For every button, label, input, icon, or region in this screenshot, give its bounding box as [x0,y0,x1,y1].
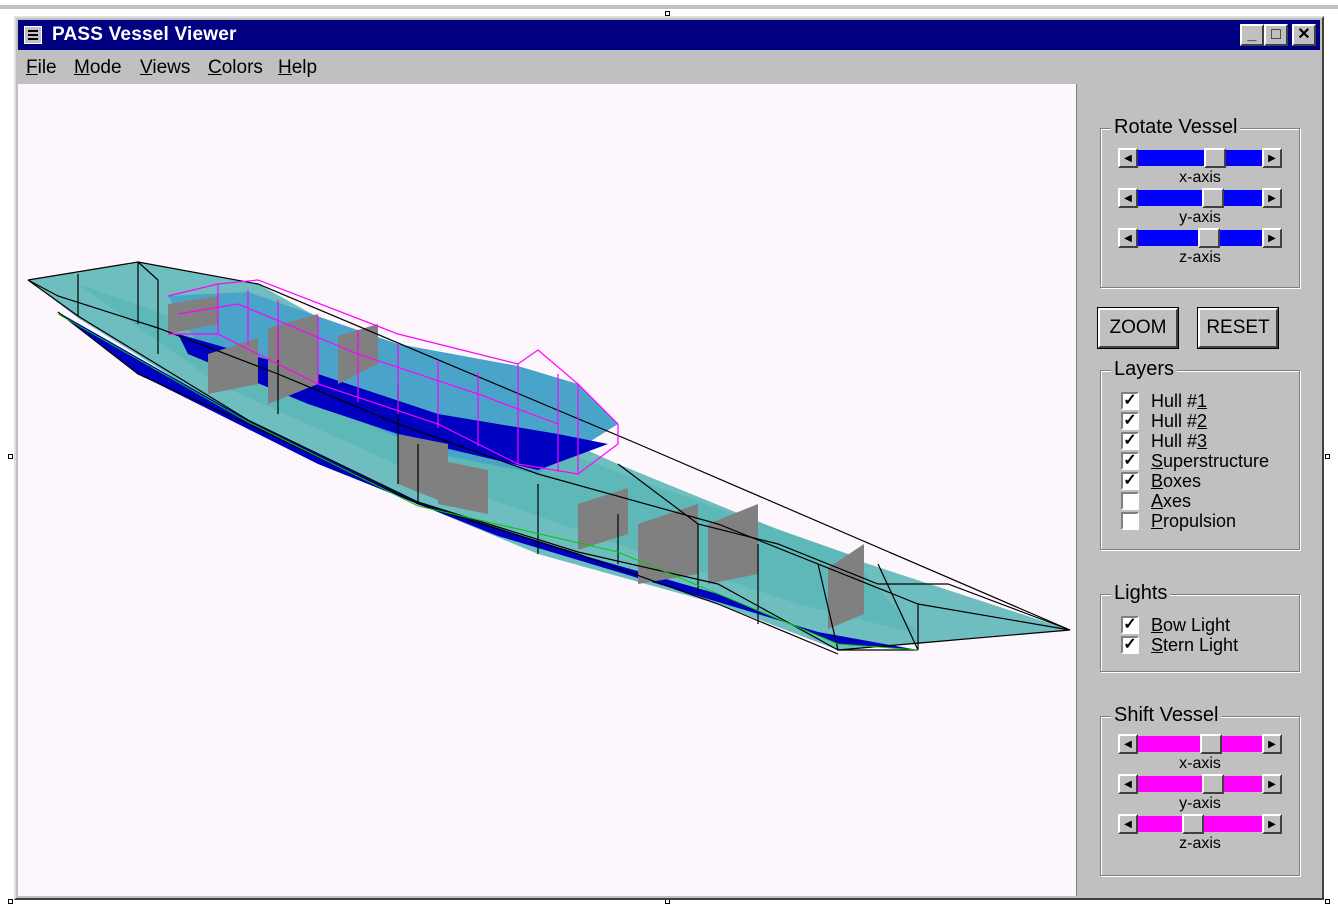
reset-button[interactable]: RESET [1198,308,1278,348]
left-arrow-icon[interactable]: ◀ [1118,814,1138,834]
rotate-x-label: x-axis [1179,169,1221,186]
checkbox[interactable] [1121,492,1139,510]
slider-track[interactable] [1138,776,1262,792]
menu-views[interactable]: Views [140,57,190,79]
checkbox[interactable]: ✓ [1121,412,1139,430]
slider-thumb[interactable] [1202,188,1224,208]
rotate-z-label: z-axis [1179,249,1221,266]
rotate-vessel-title: Rotate Vessel [1111,115,1241,139]
resize-handle-bottom-left[interactable] [8,899,13,904]
right-arrow-icon[interactable]: ▶ [1262,774,1282,794]
shift-x-slider[interactable]: ◀ ▶ [1118,734,1282,754]
menu-help[interactable]: Help [278,57,317,79]
left-arrow-icon[interactable]: ◀ [1118,774,1138,794]
right-arrow-icon[interactable]: ▶ [1262,228,1282,248]
left-arrow-icon[interactable]: ◀ [1118,734,1138,754]
layer-hull-1[interactable]: ✓ Hull #1 [1121,391,1207,411]
checkbox[interactable]: ✓ [1121,636,1139,654]
layer-propulsion[interactable]: Propulsion [1121,511,1236,531]
resize-handle-left[interactable] [8,454,13,459]
layer-superstructure[interactable]: ✓ Superstructure [1121,451,1269,471]
slider-thumb[interactable] [1198,228,1220,248]
checkbox[interactable]: ✓ [1121,432,1139,450]
layers-title: Layers [1111,357,1178,381]
slider-thumb[interactable] [1204,148,1226,168]
layer-boxes[interactable]: ✓ Boxes [1121,471,1201,491]
checkbox[interactable]: ✓ [1121,452,1139,470]
resize-handle-bottom-right[interactable] [1325,899,1330,904]
checkbox[interactable]: ✓ [1121,616,1139,634]
title-bar[interactable]: PASS Vessel Viewer _ □ ✕ [18,20,1320,50]
frame-top [0,5,1338,9]
right-arrow-icon[interactable]: ▶ [1262,814,1282,834]
shift-y-slider[interactable]: ◀ ▶ [1118,774,1282,794]
rotate-z-slider[interactable]: ◀ ▶ [1118,228,1282,248]
checkbox[interactable] [1121,512,1139,530]
resize-handle-right[interactable] [1325,454,1330,459]
minimize-button[interactable]: _ [1240,24,1264,46]
rotate-x-slider[interactable]: ◀ ▶ [1118,148,1282,168]
right-arrow-icon[interactable]: ▶ [1262,188,1282,208]
shift-z-slider[interactable]: ◀ ▶ [1118,814,1282,834]
window-title: PASS Vessel Viewer [52,24,237,45]
menu-bar: File Mode Views Colors Help [18,52,1320,82]
shift-y-label: y-axis [1179,795,1221,812]
left-arrow-icon[interactable]: ◀ [1118,148,1138,168]
layer-axes[interactable]: Axes [1121,491,1191,511]
layers-group: Layers ✓ Hull #1 ✓ Hull #2 ✓ Hull #3 ✓ Super… [1100,357,1300,550]
checkbox[interactable]: ✓ [1121,392,1139,410]
vessel-3d-viewport[interactable] [18,84,1077,896]
system-menu-icon[interactable] [24,26,42,44]
slider-thumb[interactable] [1202,774,1224,794]
right-arrow-icon[interactable]: ▶ [1262,148,1282,168]
bow-light[interactable]: ✓ Bow Light [1121,615,1230,635]
vessel-wireframe [27,261,1071,655]
slider-thumb[interactable] [1182,814,1204,834]
left-arrow-icon[interactable]: ◀ [1118,188,1138,208]
rotate-y-label: y-axis [1179,209,1221,226]
right-arrow-icon[interactable]: ▶ [1262,734,1282,754]
menu-mode[interactable]: Mode [74,57,122,79]
left-arrow-icon[interactable]: ◀ [1118,228,1138,248]
shift-vessel-title: Shift Vessel [1111,703,1222,727]
maximize-button[interactable]: □ [1264,24,1288,46]
checkbox[interactable]: ✓ [1121,472,1139,490]
menu-colors[interactable]: Colors [208,57,263,79]
slider-thumb[interactable] [1200,734,1222,754]
layer-hull-3[interactable]: ✓ Hull #3 [1121,431,1207,451]
slider-track[interactable] [1138,190,1262,206]
layer-hull-2[interactable]: ✓ Hull #2 [1121,411,1207,431]
close-button[interactable]: ✕ [1292,24,1316,46]
slider-track[interactable] [1138,150,1262,166]
zoom-button[interactable]: ZOOM [1098,308,1178,348]
stern-light[interactable]: ✓ Stern Light [1121,635,1238,655]
menu-file[interactable]: File [26,57,57,79]
rotate-y-slider[interactable]: ◀ ▶ [1118,188,1282,208]
vessel-viewer-window: PASS Vessel Viewer _ □ ✕ File Mode Views… [14,16,1324,900]
shift-x-label: x-axis [1179,755,1221,772]
lights-title: Lights [1111,581,1171,605]
shift-z-label: z-axis [1179,835,1221,852]
lights-group: Lights ✓ Bow Light ✓ Stern Light [1100,581,1300,672]
